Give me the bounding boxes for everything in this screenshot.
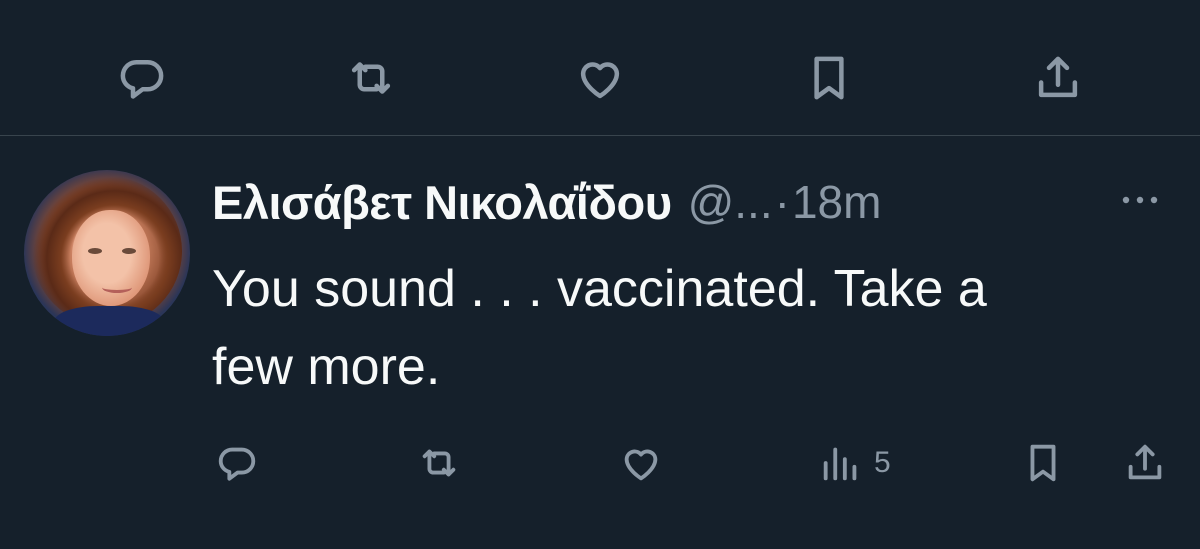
reply-tweet-action-bar: 5: [0, 432, 1200, 492]
views-bar-chart-icon: [823, 447, 857, 481]
reply-button[interactable]: [214, 440, 260, 486]
heart-icon: [580, 62, 620, 99]
separator-dot: ·: [774, 176, 790, 228]
bookmark-button[interactable]: [1020, 440, 1066, 486]
more-dots-icon: [1122, 196, 1158, 204]
like-button[interactable]: [618, 440, 664, 486]
bookmark-icon: [814, 56, 844, 100]
tweet-timestamp[interactable]: 18m: [792, 175, 881, 229]
avatar[interactable]: [24, 170, 190, 336]
share-button[interactable]: [1122, 440, 1168, 486]
display-name[interactable]: Ελισάβετ Νικολαΐδου: [212, 175, 672, 230]
user-handle[interactable]: @...: [688, 175, 773, 229]
retweet-icon: [422, 449, 456, 477]
avatar-eye-right: [122, 248, 136, 254]
retweet-button[interactable]: [416, 440, 462, 486]
previous-tweet-action-bar: [0, 0, 1200, 136]
avatar-shirt: [54, 306, 164, 336]
like-button[interactable]: [572, 50, 628, 106]
tweet-thread-view: Ελισάβετ Νικολαΐδου @... · 18m You sound…: [0, 0, 1200, 549]
tweet-text: You sound . . . vaccinated. Take a few m…: [212, 260, 987, 396]
tweet-header: Ελισάβετ Νικολαΐδου @... · 18m: [212, 170, 881, 234]
views-count: 5: [874, 446, 891, 479]
avatar-eye-left: [88, 248, 102, 254]
reply-button[interactable]: [114, 50, 170, 106]
share-icon: [1128, 444, 1162, 480]
share-button[interactable]: [1030, 50, 1086, 106]
bookmark-button[interactable]: [801, 50, 857, 106]
heart-icon: [624, 449, 658, 481]
bookmark-icon: [1030, 444, 1056, 482]
reply-icon: [218, 447, 256, 481]
retweet-icon: [351, 62, 391, 94]
more-options-button[interactable]: [1116, 178, 1164, 222]
reply-icon: [120, 60, 164, 99]
retweet-button[interactable]: [343, 50, 399, 106]
views-button[interactable]: 5: [818, 440, 891, 486]
share-icon: [1038, 56, 1078, 98]
avatar-mouth: [102, 282, 132, 293]
